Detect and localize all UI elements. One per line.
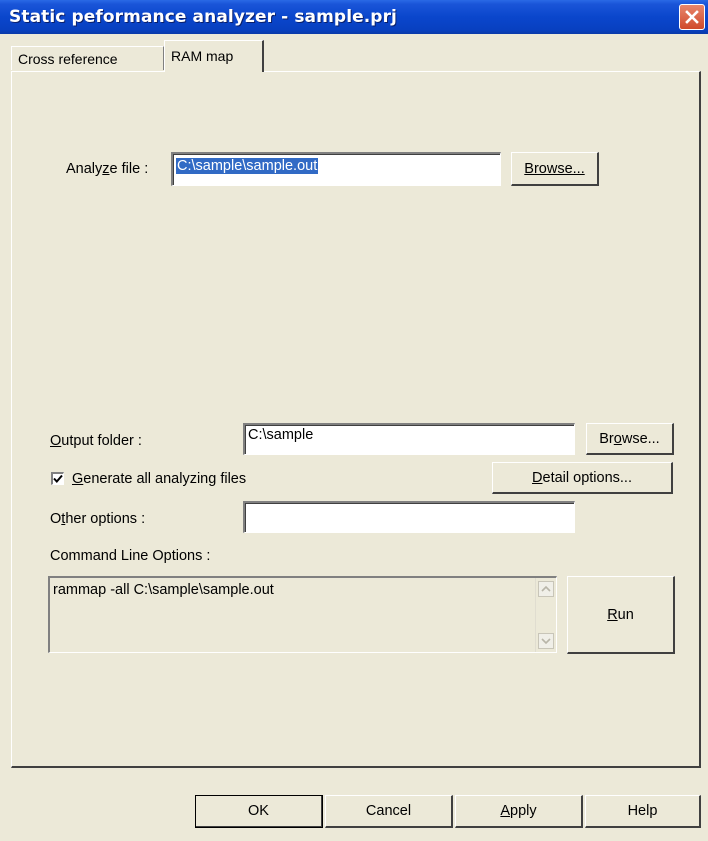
tab-label: RAM map <box>171 48 234 64</box>
run-button[interactable]: Run <box>567 576 675 654</box>
output-folder-value: C:\sample <box>248 427 314 443</box>
other-options-input[interactable] <box>243 501 575 533</box>
tab-ram-map[interactable]: RAM map <box>164 40 264 72</box>
ok-button[interactable]: OK <box>195 795 323 828</box>
analyze-file-input[interactable]: C:\sample\sample.out <box>171 152 501 186</box>
detail-options-button[interactable]: Detail options... <box>492 462 673 494</box>
tab-cross-reference[interactable]: Cross reference <box>11 46 164 70</box>
help-label: Help <box>627 803 658 819</box>
apply-button[interactable]: Apply <box>455 795 583 828</box>
title-bar[interactable]: Static peformance analyzer - sample.prj <box>0 0 708 34</box>
close-button[interactable] <box>679 4 705 30</box>
scroll-up-button[interactable] <box>538 581 554 597</box>
cancel-button[interactable]: Cancel <box>325 795 453 828</box>
analyze-file-value: C:\sample\sample.out <box>176 158 319 174</box>
output-folder-label: Output folder : <box>50 433 142 449</box>
cancel-label: Cancel <box>365 803 412 819</box>
command-scrollbar[interactable] <box>535 578 556 652</box>
output-browse-button[interactable]: Browse... <box>586 423 674 455</box>
apply-label: Apply <box>500 803 537 819</box>
generate-label[interactable]: Generate all analyzing files <box>72 471 246 487</box>
generate-checkbox[interactable] <box>51 472 64 485</box>
scroll-down-button[interactable] <box>538 633 554 649</box>
command-line-label: Command Line Options : <box>50 548 211 564</box>
window-title: Static peformance analyzer - sample.prj <box>9 7 397 27</box>
output-folder-input[interactable]: C:\sample <box>243 423 575 455</box>
analyze-browse-label: Browse... <box>524 160 585 177</box>
help-button[interactable]: Help <box>585 795 701 828</box>
other-options-label: Other options : <box>50 511 146 527</box>
output-browse-label: Browse... <box>599 430 660 447</box>
ok-label: OK <box>248 803 269 819</box>
detail-options-label: Detail options... <box>532 469 632 486</box>
command-line-value: rammap -all C:\sample\sample.out <box>53 582 274 598</box>
tab-label: Cross reference <box>18 51 118 67</box>
dialog-window: Static peformance analyzer - sample.prj … <box>0 0 708 841</box>
run-label: Run <box>607 606 634 623</box>
analyze-file-label: Analyze file : <box>66 161 149 177</box>
command-line-textarea[interactable]: rammap -all C:\sample\sample.out <box>48 576 557 653</box>
analyze-browse-button[interactable]: Browse... <box>511 152 599 186</box>
